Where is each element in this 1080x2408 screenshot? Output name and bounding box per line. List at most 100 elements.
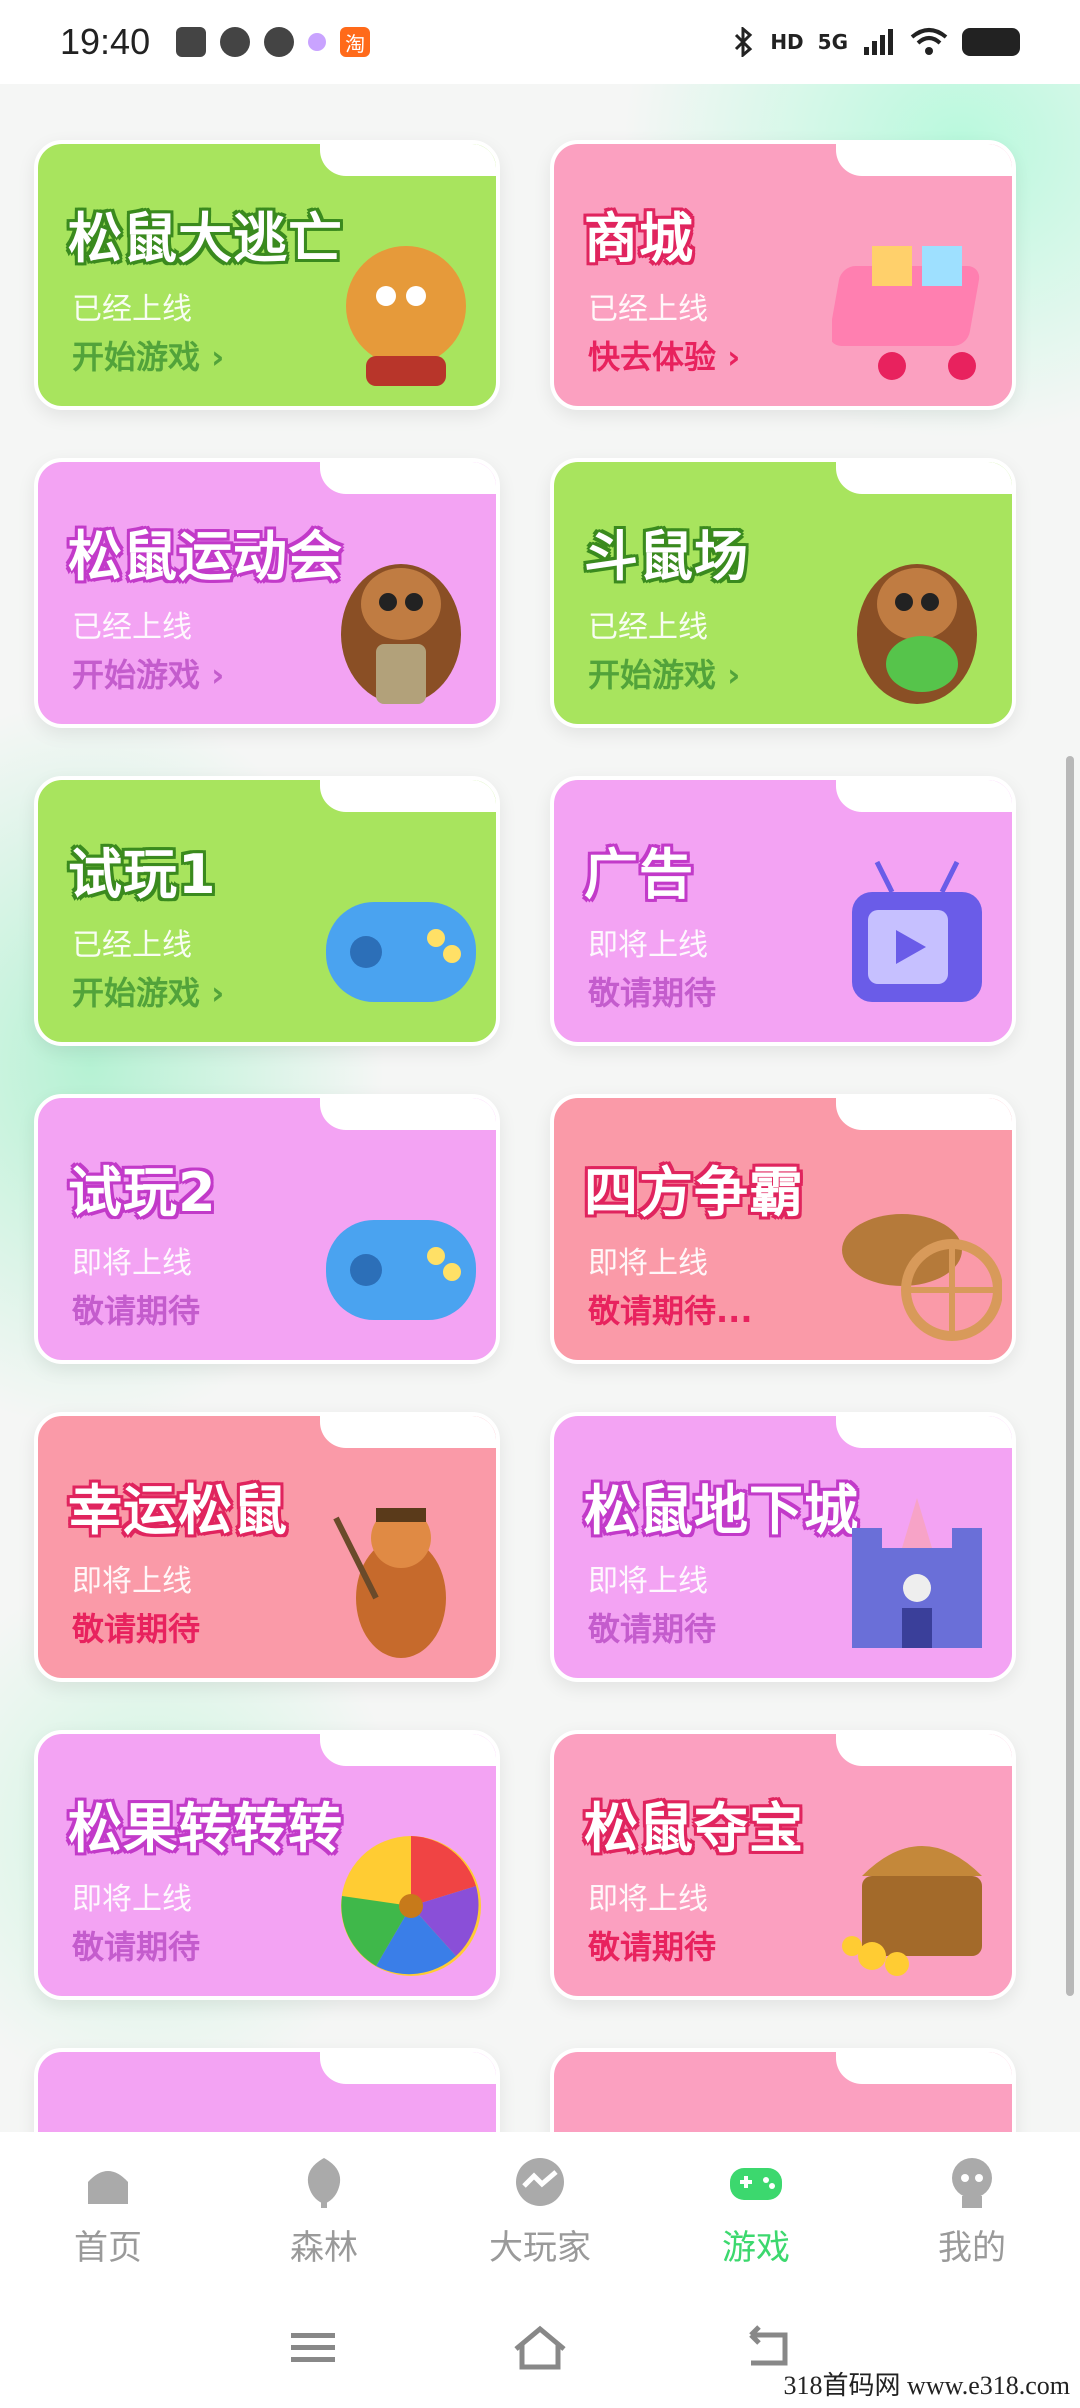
card-illustration	[857, 564, 977, 704]
game-card[interactable]: 松鼠地下城即将上线敬请期待	[550, 1412, 1016, 1682]
status-bar: 19:40 淘 HD 5G	[0, 0, 1080, 84]
game-card[interactable]: 商城已经上线快去体验 ›	[550, 140, 1016, 410]
menu-icon[interactable]	[283, 2323, 343, 2373]
nav-item-profile[interactable]: 我的	[864, 2132, 1080, 2288]
game-card[interactable]: 广告即将上线敬请期待	[550, 776, 1016, 1046]
nav-label: 首页	[74, 2227, 142, 2268]
nav-label: 游戏	[722, 2227, 790, 2268]
game-card[interactable]: 四方争霸 即将上线 敬请期待...	[550, 1094, 1016, 1364]
check-icon	[264, 27, 295, 57]
nav-label: 大玩家	[489, 2227, 591, 2268]
card-illustration	[842, 1214, 1002, 1341]
status-time: 19:40	[60, 21, 151, 62]
card-action-link[interactable]: 开始游戏 ›	[72, 650, 224, 696]
game-list[interactable]: 松鼠大逃亡 已经上线 开始游戏 › 商城 已经上线 快去体验 › 松鼠运动会 已经上线 开始游戏…	[0, 84, 1080, 2132]
battery-icon	[962, 28, 1020, 56]
card-notch	[836, 2052, 1012, 2084]
scrollbar[interactable]	[1066, 756, 1074, 1996]
card-notch	[320, 144, 496, 176]
game-card[interactable]: 松鼠夺宝即将上线敬请期待	[550, 1730, 1016, 2000]
card-action-link[interactable]: 开始游戏 ›	[588, 650, 740, 696]
card-title: 幸运松鼠	[68, 1479, 288, 1542]
card-action-link[interactable]: 敬请期待	[72, 1286, 200, 1332]
card-notch	[836, 144, 1012, 176]
gamepad-icon	[730, 2167, 782, 2200]
card-status: 已经上线	[72, 928, 192, 963]
card-notch	[320, 2052, 496, 2084]
card-notch	[836, 462, 1012, 494]
forest-icon	[307, 2157, 341, 2208]
clipboard-icon	[176, 27, 207, 57]
card-action-link[interactable]: 敬请期待	[588, 968, 716, 1014]
card-action-link[interactable]: 敬请期待	[72, 1922, 200, 1968]
card-title: 广告	[584, 843, 694, 906]
card-action-link[interactable]: 开始游戏 ›	[72, 332, 224, 378]
app-dot-icon	[308, 33, 327, 51]
card-notch	[836, 1098, 1012, 1130]
nav-item-home[interactable]: 首页	[0, 2132, 216, 2288]
bluetooth-icon	[735, 27, 753, 57]
card-title: 商城	[584, 207, 694, 270]
card-status: 即将上线	[72, 1246, 192, 1281]
card-status: 即将上线	[588, 1882, 708, 1917]
signal-icon	[864, 29, 893, 55]
card-action-link[interactable]: 敬请期待	[588, 1922, 716, 1968]
card-status: 即将上线	[588, 1564, 708, 1599]
cloud-icon	[220, 27, 251, 57]
card-notch	[836, 1416, 1012, 1448]
game-card[interactable]: 松果转转转即将上线敬请期待	[34, 1730, 500, 2000]
card-illustration	[341, 1836, 481, 1976]
game-card[interactable]: 斗鼠场已经上线开始游戏 ›	[550, 458, 1016, 728]
card-notch	[320, 1416, 496, 1448]
home-icon	[88, 2170, 128, 2204]
card-action-link[interactable]: 敬请期待...	[588, 1286, 752, 1332]
card-title: 松鼠地下城	[584, 1479, 859, 1542]
game-card[interactable]: 试玩1 已经上线开始游戏 ›	[34, 776, 500, 1046]
card-status: 已经上线	[588, 292, 708, 327]
card-notch	[836, 1734, 1012, 1766]
card-notch	[320, 462, 496, 494]
card-status: 已经上线	[588, 610, 708, 645]
card-illustration	[832, 246, 980, 380]
card-title: 四方争霸	[584, 1161, 804, 1224]
nav-label: 我的	[938, 2227, 1006, 2268]
card-illustration	[333, 1508, 446, 1658]
card-title: 试玩2	[68, 1161, 217, 1224]
card-notch	[320, 780, 496, 812]
card-notch	[320, 1734, 496, 1766]
card-status: 即将上线	[588, 928, 708, 963]
home-system-icon[interactable]	[510, 2323, 570, 2373]
card-action-link[interactable]: 敬请期待	[72, 1604, 200, 1650]
game-card[interactable]: 松鼠运动会 已经上线 开始游戏 ›	[34, 458, 500, 728]
watermark: 318首码网 www.e318.com	[783, 2371, 1070, 2400]
card-title: 试玩1	[68, 843, 217, 906]
nav-item-gamepad[interactable]: 游戏	[648, 2132, 864, 2288]
card-illustration	[842, 1846, 982, 1976]
nav-item-forest[interactable]: 森林	[216, 2132, 432, 2288]
game-card[interactable]: 试玩2 即将上线敬请期待	[34, 1094, 500, 1364]
card-title: 斗鼠场	[584, 525, 749, 588]
card-action-link[interactable]: 敬请期待	[588, 1604, 716, 1650]
card-notch	[320, 1098, 496, 1130]
card-title: 松鼠夺宝	[584, 1797, 804, 1860]
card-illustration	[326, 902, 476, 1002]
game-card-partial[interactable]	[34, 2048, 500, 2132]
card-status: 即将上线	[72, 1882, 192, 1917]
card-status: 已经上线	[72, 292, 192, 327]
nav-item-player[interactable]: 大玩家	[432, 2132, 648, 2288]
nav-label: 森林	[290, 2227, 358, 2268]
game-card-partial[interactable]	[550, 2048, 1016, 2132]
card-action-link[interactable]: 快去体验 ›	[588, 332, 740, 378]
game-card[interactable]: 松鼠大逃亡已经上线开始游戏 ›	[34, 140, 500, 410]
card-illustration	[852, 860, 982, 1002]
card-illustration	[326, 1220, 476, 1320]
hd-icon: HD	[770, 30, 804, 54]
profile-icon	[952, 2157, 992, 2208]
card-illustration	[341, 564, 461, 704]
card-action-link[interactable]: 开始游戏 ›	[72, 968, 224, 1014]
card-status: 即将上线	[72, 1564, 192, 1599]
card-title: 松鼠大逃亡	[68, 207, 343, 270]
wifi-icon	[910, 28, 948, 55]
card-title: 松果转转转	[68, 1797, 343, 1860]
game-card[interactable]: 幸运松鼠即将上线敬请期待	[34, 1412, 500, 1682]
